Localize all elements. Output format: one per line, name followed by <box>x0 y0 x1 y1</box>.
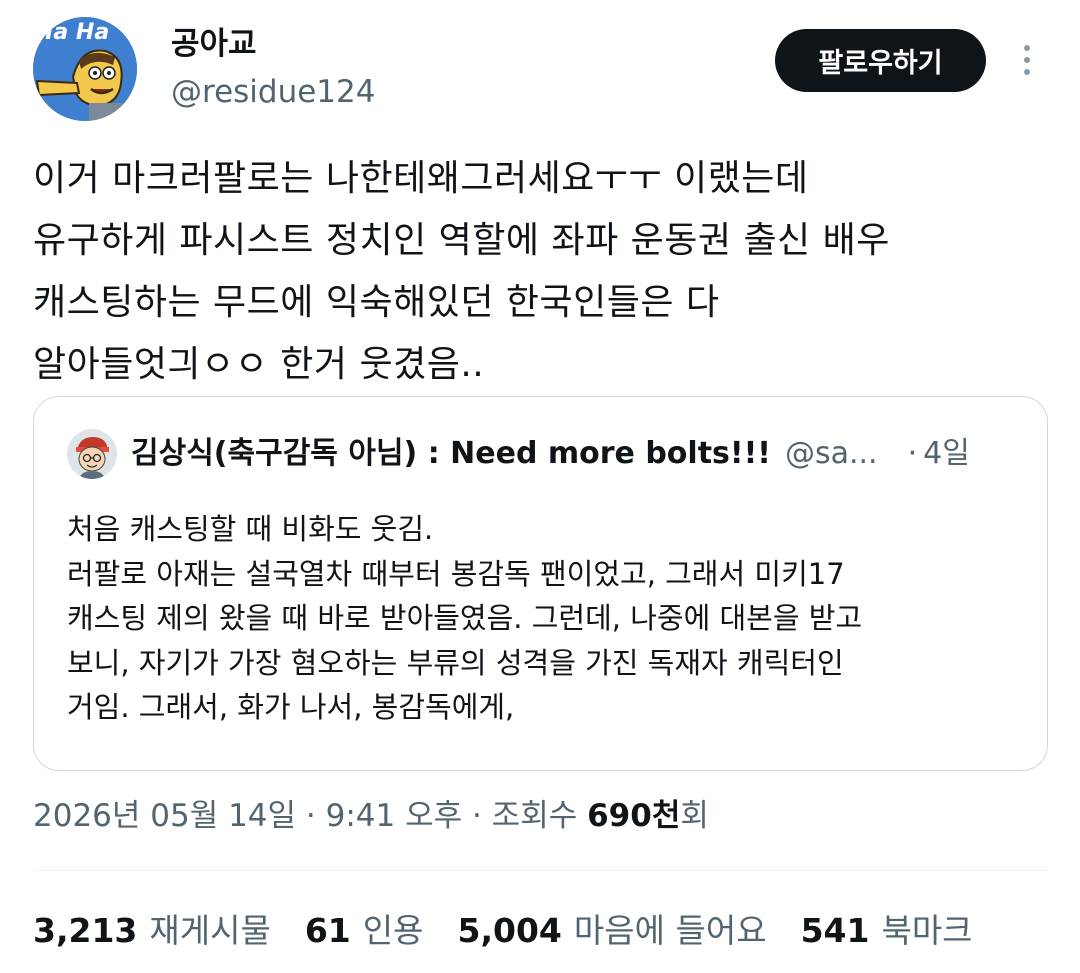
tweet-line: 유구하게 파시스트 정치인 역할에 좌파 운동권 출신 배우 <box>33 220 890 261</box>
author-handle[interactable]: @residue124 <box>171 72 375 112</box>
follow-button[interactable]: 팔로우하기 <box>775 29 986 92</box>
view-count: 690천 <box>587 798 681 834</box>
tweet-line: 이거 마크러팔로는 나한테왜그러세요ㅜㅜ 이랬는데 <box>33 158 809 199</box>
quote-line: 거임. 그래서, 화가 나서, 봉감독에게, <box>67 690 515 724</box>
quote-author-name[interactable]: 김상식(축구감독 아님) : Need more bolts!!! <box>131 433 771 475</box>
meta-date-time[interactable]: 2026년 05월 14일 · 9:41 오후 · 조회수 <box>33 798 587 834</box>
stat-reposts[interactable]: 3,213 재게시물 <box>33 908 271 954</box>
cartoon-face-avatar-icon <box>67 429 117 479</box>
quote-header: 김상식(축구감독 아님) : Need more bolts!!! @sa...… <box>131 433 1021 475</box>
more-options-icon[interactable] <box>1012 40 1042 80</box>
quote-line: 처음 캐스팅할 때 비화도 웃김. <box>67 512 434 546</box>
quoted-tweet-card[interactable]: 김상식(축구감독 아님) : Need more bolts!!! @sa...… <box>33 396 1048 771</box>
stat-value: 61 <box>304 911 351 950</box>
quote-timestamp[interactable]: 4일 <box>923 433 970 475</box>
view-count-suffix: 회 <box>680 798 709 834</box>
cartoon-avatar-icon: Ha Ha <box>33 17 137 121</box>
tweet-meta: 2026년 05월 14일 · 9:41 오후 · 조회수 690천회 <box>33 794 709 838</box>
stat-label: 재게시물 <box>149 911 271 950</box>
stat-likes[interactable]: 5,004 마음에 들어요 <box>458 908 767 954</box>
stat-label: 북마크 <box>881 911 973 950</box>
tweet-text: 이거 마크러팔로는 나한테왜그러세요ㅜㅜ 이랬는데 유구하게 파시스트 정치인 … <box>33 148 1043 396</box>
quote-line: 캐스팅 제의 왔을 때 바로 받아들였음. 그런데, 나중에 대본을 받고 <box>67 601 863 635</box>
avatar-text: Ha Ha <box>35 20 109 45</box>
engagement-stats: 3,213 재게시물 61 인용 5,004 마음에 들어요 541 북마크 <box>33 908 1007 954</box>
quote-line: 러팔로 아재는 설국열차 때부터 봉감독 팬이었고, 그래서 미키17 <box>67 556 845 591</box>
quote-author-avatar[interactable] <box>67 429 117 479</box>
stat-label: 마음에 들어요 <box>573 911 767 950</box>
more-dot <box>1024 57 1030 63</box>
tweet-line: 캐스팅하는 무드에 익숙해있던 한국인들은 다 <box>33 282 720 323</box>
author-display-name[interactable]: 공아교 <box>171 24 257 64</box>
quote-line: 보니, 자기가 가장 혐오하는 부류의 성격을 가진 독재자 캐릭터인 <box>67 645 844 680</box>
stat-label: 인용 <box>362 911 424 950</box>
more-dot <box>1024 69 1030 75</box>
quote-author-handle[interactable]: @sa... <box>785 433 878 475</box>
stat-value: 5,004 <box>457 911 562 950</box>
quote-separator: · <box>907 436 918 471</box>
stat-value: 3,213 <box>33 911 138 950</box>
quote-text: 처음 캐스팅할 때 비화도 웃김. 러팔로 아재는 설국열차 때부터 봉감독 팬… <box>67 507 1027 730</box>
tweet-line: 알아들엇긔ㅇㅇ 한거 웃겼음.. <box>33 344 485 385</box>
stat-value: 541 <box>800 911 870 950</box>
tweet-detail: Ha Ha 공아교 @residue124 팔로우하기 이거 마크러팔로는 나한… <box>0 0 1080 973</box>
more-dot <box>1024 45 1030 51</box>
author-avatar[interactable]: Ha Ha <box>33 17 137 121</box>
stat-bookmarks[interactable]: 541 북마크 <box>801 908 973 954</box>
stat-quotes[interactable]: 61 인용 <box>305 908 424 954</box>
divider <box>33 870 1048 871</box>
